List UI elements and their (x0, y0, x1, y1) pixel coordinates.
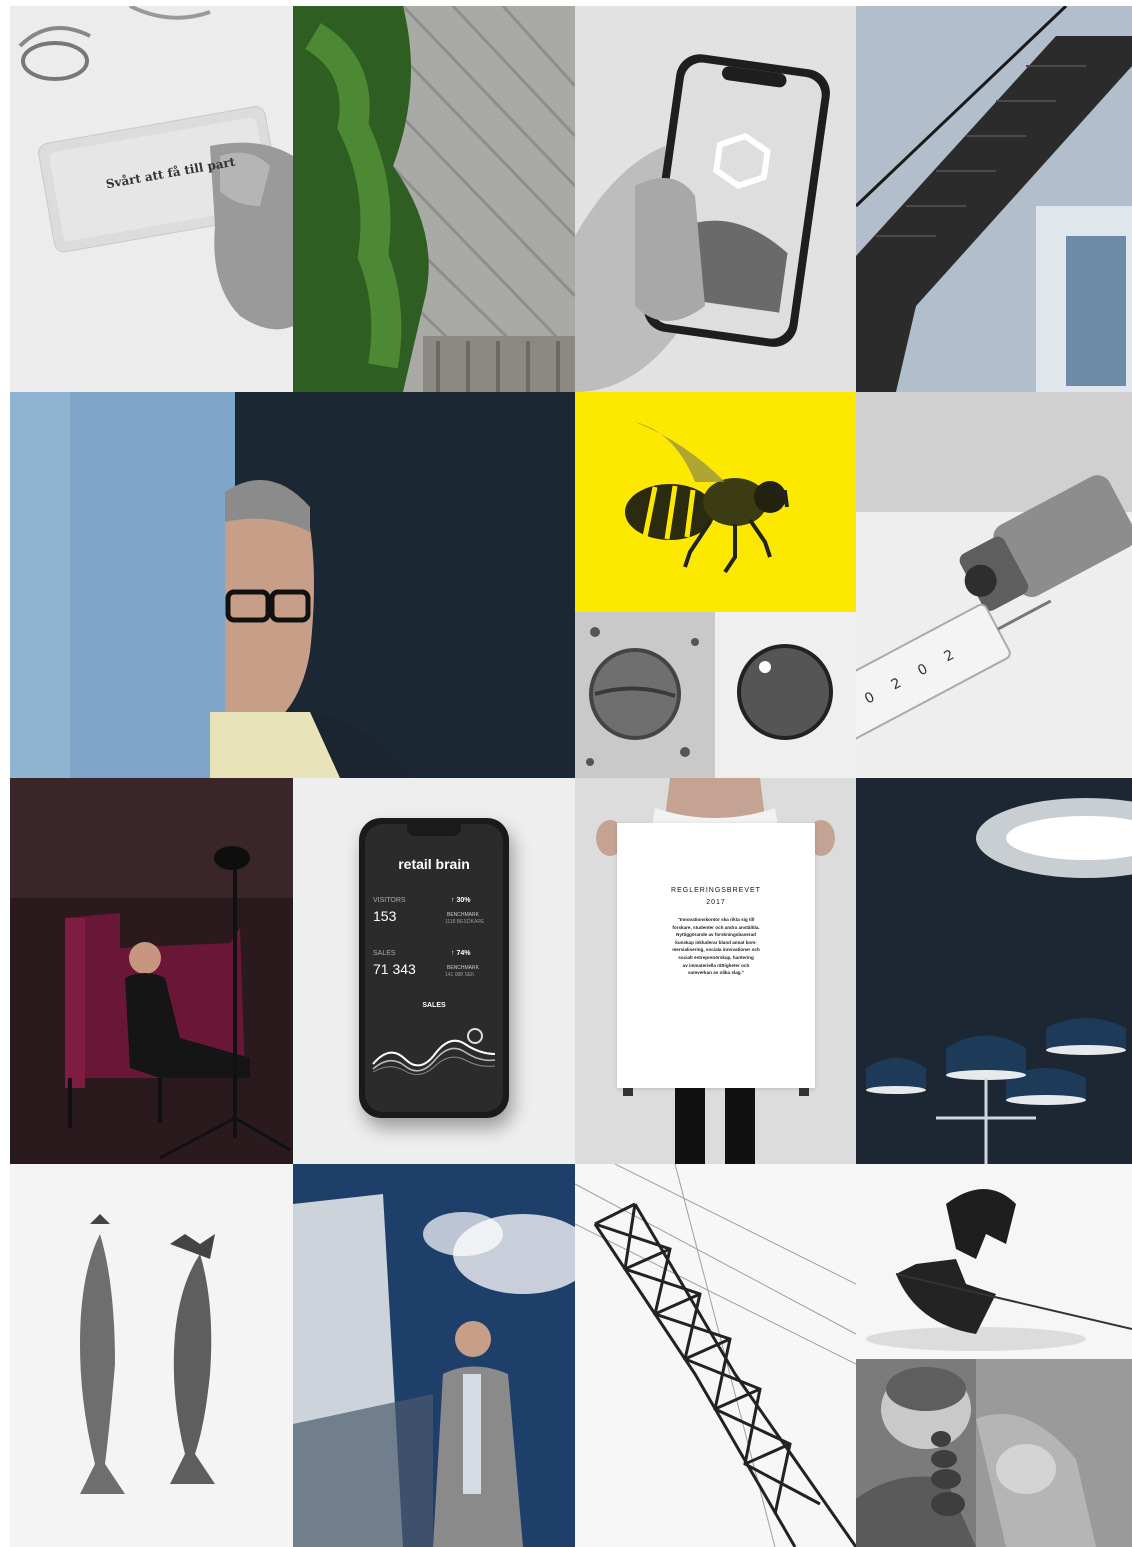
photo-child-stones (856, 1359, 1132, 1547)
sales-benchmark-sub: 141 088 SEK (445, 972, 475, 978)
poster-line: mersialisering, sociala innovationer och (672, 947, 760, 953)
sales-label: SALES (373, 950, 396, 957)
poster-line: kunskap inkluderar bland annat kom- (675, 939, 757, 945)
poster-line: socialt entreprenörskap, hantering (678, 954, 754, 960)
photo-syringe-vial: 0202 (856, 392, 1132, 778)
photo-phone-app (575, 6, 856, 392)
photo-woman-chair (10, 778, 293, 1164)
photo-cracked-sphere (856, 1164, 1132, 1359)
photo-ivy-wall (293, 6, 575, 392)
visitors-value: 153 (373, 908, 397, 924)
photo-man-reflection (293, 1164, 575, 1547)
poster-line: av immateriella rättigheter och (682, 962, 750, 968)
visitors-label: VISITORS (373, 897, 406, 904)
phone-frame: retail brain VISITORS 153 ↑ 30% BENCHMAR… (359, 818, 509, 1118)
photo-man-portrait (10, 392, 575, 778)
photo-blue-lamps (856, 778, 1132, 1164)
photo-power-pylon (575, 1164, 856, 1547)
poster-clip-right (799, 1088, 809, 1096)
poster-line: "Innovationskontor ska rikta sig till (677, 917, 755, 922)
poster-line: Nyttiggörande av forskningsbaserad (676, 932, 756, 938)
sales-benchmark: BENCHMARK (447, 965, 479, 971)
photo-retail-brain-phone: retail brain VISITORS 153 ↑ 30% BENCHMAR… (293, 778, 575, 1164)
photo-cells-microscope (575, 612, 856, 778)
poster-sheet: REGLERINGSBREVET 2017 "Innovationskontor… (617, 823, 815, 1096)
chart-title: SALES (422, 1002, 446, 1009)
sales-change: ↑ 74% (451, 950, 471, 957)
poster-line: samverkan av olika slag." (687, 970, 745, 976)
poster-quote: "Innovationskontor ska rikta sig till fo… (617, 916, 815, 977)
sales-wave-chart (372, 1028, 496, 1076)
photo-two-fish (10, 1164, 293, 1547)
photo-staircase (856, 6, 1132, 392)
poster-title: REGLERINGSBREVET (671, 887, 761, 894)
poster-clip-left (623, 1088, 633, 1096)
visitors-change: ↑ 30% (451, 897, 471, 904)
poster-line: forskare, studenter och andra anställda. (672, 924, 760, 930)
app-title: retail brain (398, 856, 470, 872)
photo-poster-held: REGLERINGSBREVET 2017 "Innovationskontor… (575, 778, 856, 1164)
visitors-benchmark: BENCHMARK (447, 912, 479, 918)
photo-hand-card: Svårt att få till part (10, 6, 293, 392)
poster-year: 2017 (706, 899, 726, 906)
phone-notch (407, 824, 461, 836)
phone-screen: retail brain VISITORS 153 ↑ 30% BENCHMAR… (365, 824, 503, 1112)
sales-value: 71 343 (373, 961, 416, 977)
photo-bee-yellow (575, 392, 856, 612)
visitors-benchmark-sub: 1118 BESÖKARE (445, 919, 485, 925)
